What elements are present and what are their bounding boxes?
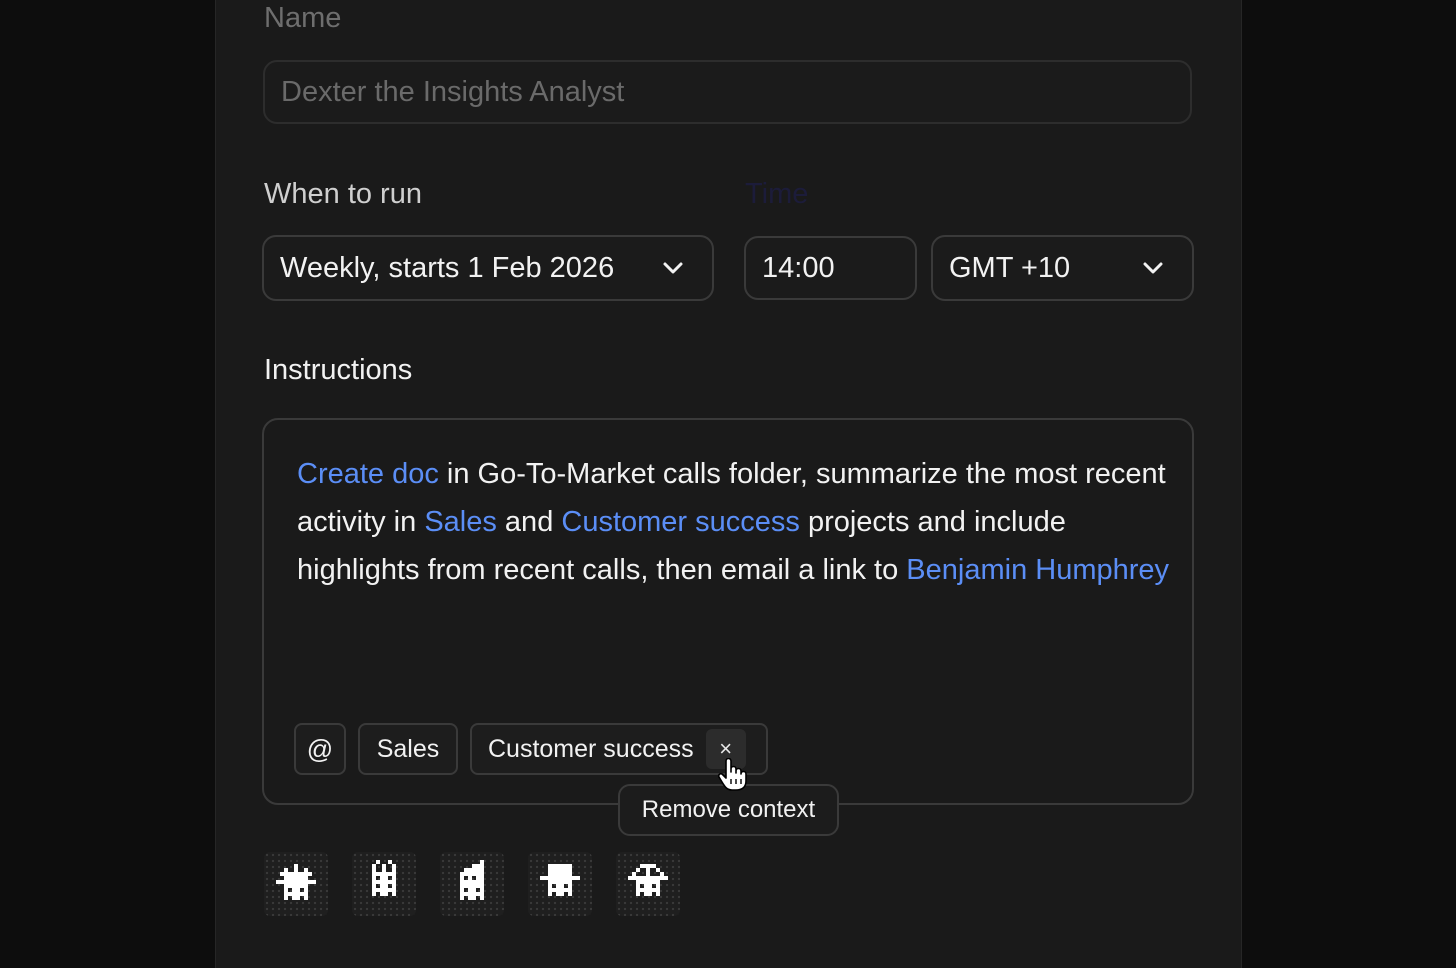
context-chip-label: Customer success — [488, 734, 694, 763]
fedora-robot-icon[interactable] — [528, 852, 592, 916]
instructions-label: Instructions — [264, 354, 413, 386]
instructions-editor[interactable]: Create doc in Go-To-Market calls folder,… — [262, 418, 1194, 805]
umbrella-robot-icon[interactable] — [616, 852, 680, 916]
party-hat-robot-icon[interactable] — [440, 852, 504, 916]
timezone-select[interactable]: GMT +10 — [931, 235, 1194, 301]
name-label: Name — [264, 2, 342, 34]
time-input-value: 14:00 — [762, 251, 835, 284]
name-input-value: Dexter the Insights Analyst — [281, 75, 625, 108]
schedule-select-value: Weekly, starts 1 Feb 2026 — [280, 251, 615, 284]
mention-customer-success[interactable]: Customer success — [561, 506, 800, 538]
add-context-button[interactable]: @ — [294, 723, 346, 775]
instructions-text-segment: and — [496, 506, 562, 538]
chevron-down-icon — [663, 262, 683, 274]
schedule-select[interactable]: Weekly, starts 1 Feb 2026 — [262, 235, 714, 301]
mention-sales[interactable]: Sales — [424, 506, 497, 538]
spiky-robot-icon[interactable] — [352, 852, 416, 916]
hand-cursor-icon — [718, 758, 747, 791]
instructions-text[interactable]: Create doc in Go-To-Market calls folder,… — [297, 450, 1177, 594]
at-icon: @ — [306, 733, 334, 764]
time-label: Time — [745, 178, 809, 210]
chevron-down-icon — [1143, 262, 1163, 274]
context-chip-sales[interactable]: Sales — [358, 723, 458, 775]
mention-benjamin-humphrey[interactable]: Benjamin Humphrey — [906, 554, 1169, 586]
crown-robot-icon[interactable] — [264, 852, 328, 916]
mention-create-doc[interactable]: Create doc — [297, 458, 439, 490]
timezone-select-value: GMT +10 — [949, 251, 1071, 284]
time-input[interactable]: 14:00 — [744, 236, 917, 300]
when-to-run-label: When to run — [264, 178, 422, 210]
name-input[interactable]: Dexter the Insights Analyst — [263, 60, 1192, 124]
context-chip-label: Sales — [376, 734, 440, 763]
